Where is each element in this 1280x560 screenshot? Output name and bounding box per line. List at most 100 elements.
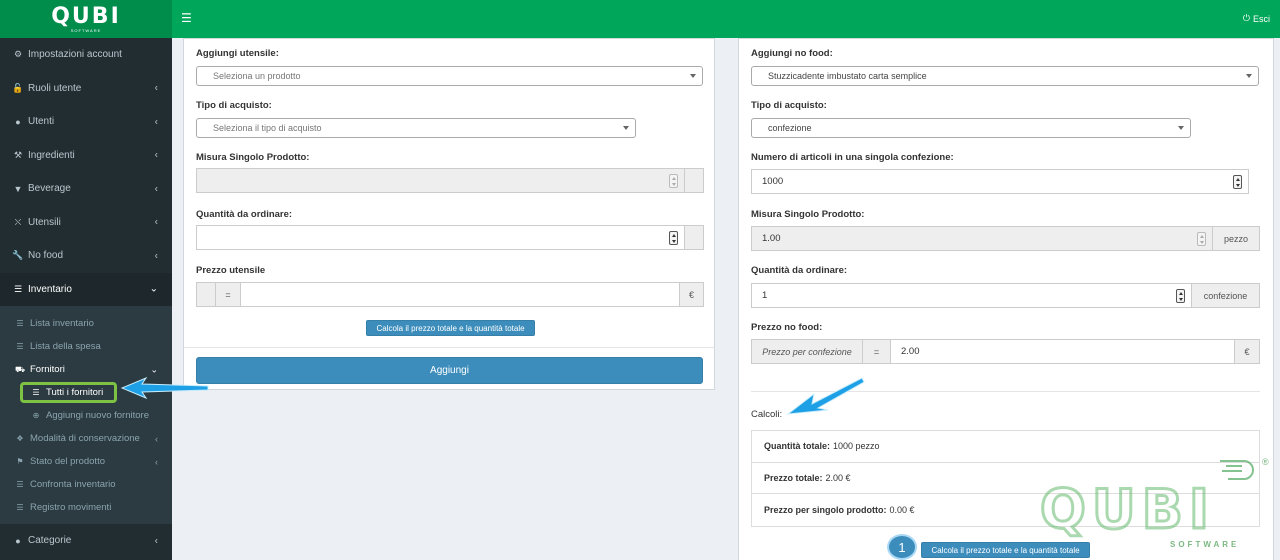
tipo-acquisto-select[interactable]: Seleziona il tipo di acquisto (196, 118, 636, 138)
sidebar-subitem-registro[interactable]: ☰ Registro movimenti (0, 496, 172, 519)
calc-value: 2.00 € (825, 472, 851, 483)
prezzo-input[interactable] (240, 282, 680, 307)
list-icon: ☰ (16, 319, 24, 328)
tipo-acquisto-label: Tipo di acquisto: (196, 100, 272, 111)
prezzo-equals-addon: = (215, 282, 241, 307)
sidebar-subitem-label: Confronta inventario (30, 479, 116, 490)
user-icon: ● (15, 116, 21, 127)
sidebar-subitem-lista-inventario[interactable]: ☰ Lista inventario (0, 312, 172, 335)
hamburger-icon[interactable]: ☰ (181, 12, 193, 24)
wrench-icon: 🔧 (12, 250, 24, 261)
plus-circle-icon: ● (15, 535, 21, 546)
sidebar-item-label: Utenti (28, 116, 55, 128)
highlight-box (20, 382, 117, 403)
calcola-button[interactable]: Calcola il prezzo totale e la quantità t… (366, 320, 535, 336)
brand-logo[interactable]: QUBI SOFTWARE (0, 0, 172, 38)
sidebar-subitem-stato[interactable]: ⚑ Stato del prodotto ‹ (0, 450, 172, 473)
inventario-submenu: ☰ Lista inventario ☰ Lista della spesa ⛟… (0, 306, 172, 524)
sidebar-item-label: Ingredienti (28, 149, 75, 161)
cubes-icon: ❖ (16, 434, 24, 443)
misura-unit-addon (684, 168, 704, 193)
quantita-input[interactable] (196, 225, 685, 250)
sidebar-item-label: Categorie (28, 535, 72, 547)
calc-value: 1000 pezzo (833, 441, 880, 452)
chevron-left-icon: ‹ (154, 149, 158, 161)
cutlery-icon: ⛌ (14, 216, 22, 227)
sidebar-item-ruoli[interactable]: 🔓 Ruoli utente ‹ (0, 72, 172, 106)
quantita-label: Quantità da ordinare: (196, 209, 293, 220)
sidebar-subitem-confronta[interactable]: ☰ Confronta inventario (0, 473, 172, 496)
divider (184, 347, 714, 348)
chevron-left-icon: ‹ (154, 250, 158, 262)
sidebar-item-ingredienti[interactable]: ⚒ Ingredienti ‹ (0, 139, 172, 173)
misura-input[interactable] (196, 168, 685, 193)
select-value: confezione (768, 123, 812, 133)
sidebar-subitem-label: Lista inventario (30, 318, 94, 329)
chevron-left-icon: ‹ (155, 433, 158, 444)
cocktail-icon: ▼ (13, 183, 23, 194)
sidebar-item-label: No food (28, 250, 64, 262)
select-value: Seleziona il tipo di acquisto (213, 123, 322, 133)
prezzo-input[interactable]: 2.00 (890, 339, 1235, 364)
sidebar-item-utensili[interactable]: ⛌ Utensili ‹ (0, 206, 172, 240)
sidebar-item-inventario[interactable]: ☰ Inventario ⌄ (0, 272, 172, 306)
quantita-label: Quantità da ordinare: (751, 265, 848, 276)
aggiungi-button[interactable]: Aggiungi (196, 357, 703, 384)
sidebar-item-impostazioni[interactable]: ⚙ Impostazioni account (0, 38, 172, 72)
sidebar-subitem-label: Modalità di conservazione (30, 433, 140, 444)
sidebar-subitem-conservazione[interactable]: ❖ Modalità di conservazione ‹ (0, 427, 172, 450)
input-value: 1.00 (762, 233, 781, 244)
spinner-icon[interactable] (669, 231, 678, 245)
sidebar-item-categorie[interactable]: ● Categorie ‹ (0, 524, 172, 558)
sidebar-item-label: Inventario (28, 283, 72, 295)
chevron-left-icon: ‹ (154, 82, 158, 94)
nofood-select[interactable]: Stuzzicadente imbustato carta semplice (751, 66, 1259, 86)
logout-button[interactable]: ⏻ Esci (1243, 13, 1270, 24)
calcoli-label: Calcoli: (751, 409, 783, 420)
sidebar-item-beverage[interactable]: ▼ Beverage ‹ (0, 172, 172, 206)
chevron-down-icon: ⌄ (149, 283, 158, 295)
numero-articoli-label: Numero di articoli in una singola confez… (751, 152, 954, 163)
sidebar-subitem-aggiungi-fornitore[interactable]: ⊕ Aggiungi nuovo fornitore (0, 404, 172, 427)
utensile-label: Aggiungi utensile: (196, 48, 279, 59)
quantita-unit-addon (684, 225, 704, 250)
tipo-acquisto-label: Tipo di acquisto: (751, 100, 827, 111)
quantita-input[interactable]: 1 (751, 283, 1192, 308)
input-value: 1 (762, 290, 768, 301)
spinner-icon[interactable] (1233, 175, 1242, 189)
calc-key: Prezzo totale: (764, 472, 823, 483)
plus-circle-icon: ⊕ (32, 411, 40, 420)
numero-articoli-input[interactable]: 1000 (751, 169, 1249, 194)
calc-key: Prezzo per singolo prodotto: (764, 504, 887, 515)
step-badge: 1 (887, 534, 917, 560)
unlock-icon: 🔓 (12, 82, 24, 93)
chevron-left-icon: ‹ (154, 535, 158, 547)
table-row: Quantità totale: 1000 pezzo (752, 431, 1259, 463)
misura-input[interactable]: 1.00 (751, 226, 1213, 251)
misura-label: Misura Singolo Prodotto: (196, 152, 310, 163)
tipo-acquisto-select[interactable]: confezione (751, 118, 1191, 138)
ingredients-icon: ⚒ (13, 149, 23, 160)
prezzo-label: Prezzo no food: (751, 322, 823, 333)
sidebar-item-nofood[interactable]: 🔧 No food ‹ (0, 239, 172, 273)
prezzo-prefix-addon (196, 282, 216, 307)
chevron-left-icon: ‹ (154, 183, 158, 195)
logo-subtitle: SOFTWARE (70, 27, 102, 33)
sidebar-item-label: Utensili (28, 216, 61, 228)
utensile-select[interactable]: Seleziona un prodotto (196, 66, 703, 86)
spinner-icon[interactable] (1197, 232, 1206, 246)
sidebar-subitem-label: Aggiungi nuovo fornitore (46, 410, 149, 421)
flag-icon: ⚑ (16, 457, 24, 466)
select-value: Seleziona un prodotto (213, 71, 301, 81)
caret-down-icon (1246, 74, 1252, 78)
prezzo-label: Prezzo utensile (196, 265, 266, 276)
sidebar-item-utenti[interactable]: ● Utenti ‹ (0, 105, 172, 139)
nofood-label: Aggiungi no food: (751, 48, 833, 59)
spinner-icon[interactable] (669, 174, 678, 188)
annotation-arrow-calcoli (786, 377, 865, 415)
sidebar-subitem-lista-spesa[interactable]: ☰ Lista della spesa (0, 335, 172, 358)
spinner-icon[interactable] (1176, 289, 1185, 303)
annotation-arrow-sidebar (120, 376, 209, 400)
watermark-text: QUBI (1038, 478, 1216, 541)
sidebar-subitem-label: Fornitori (30, 364, 65, 375)
